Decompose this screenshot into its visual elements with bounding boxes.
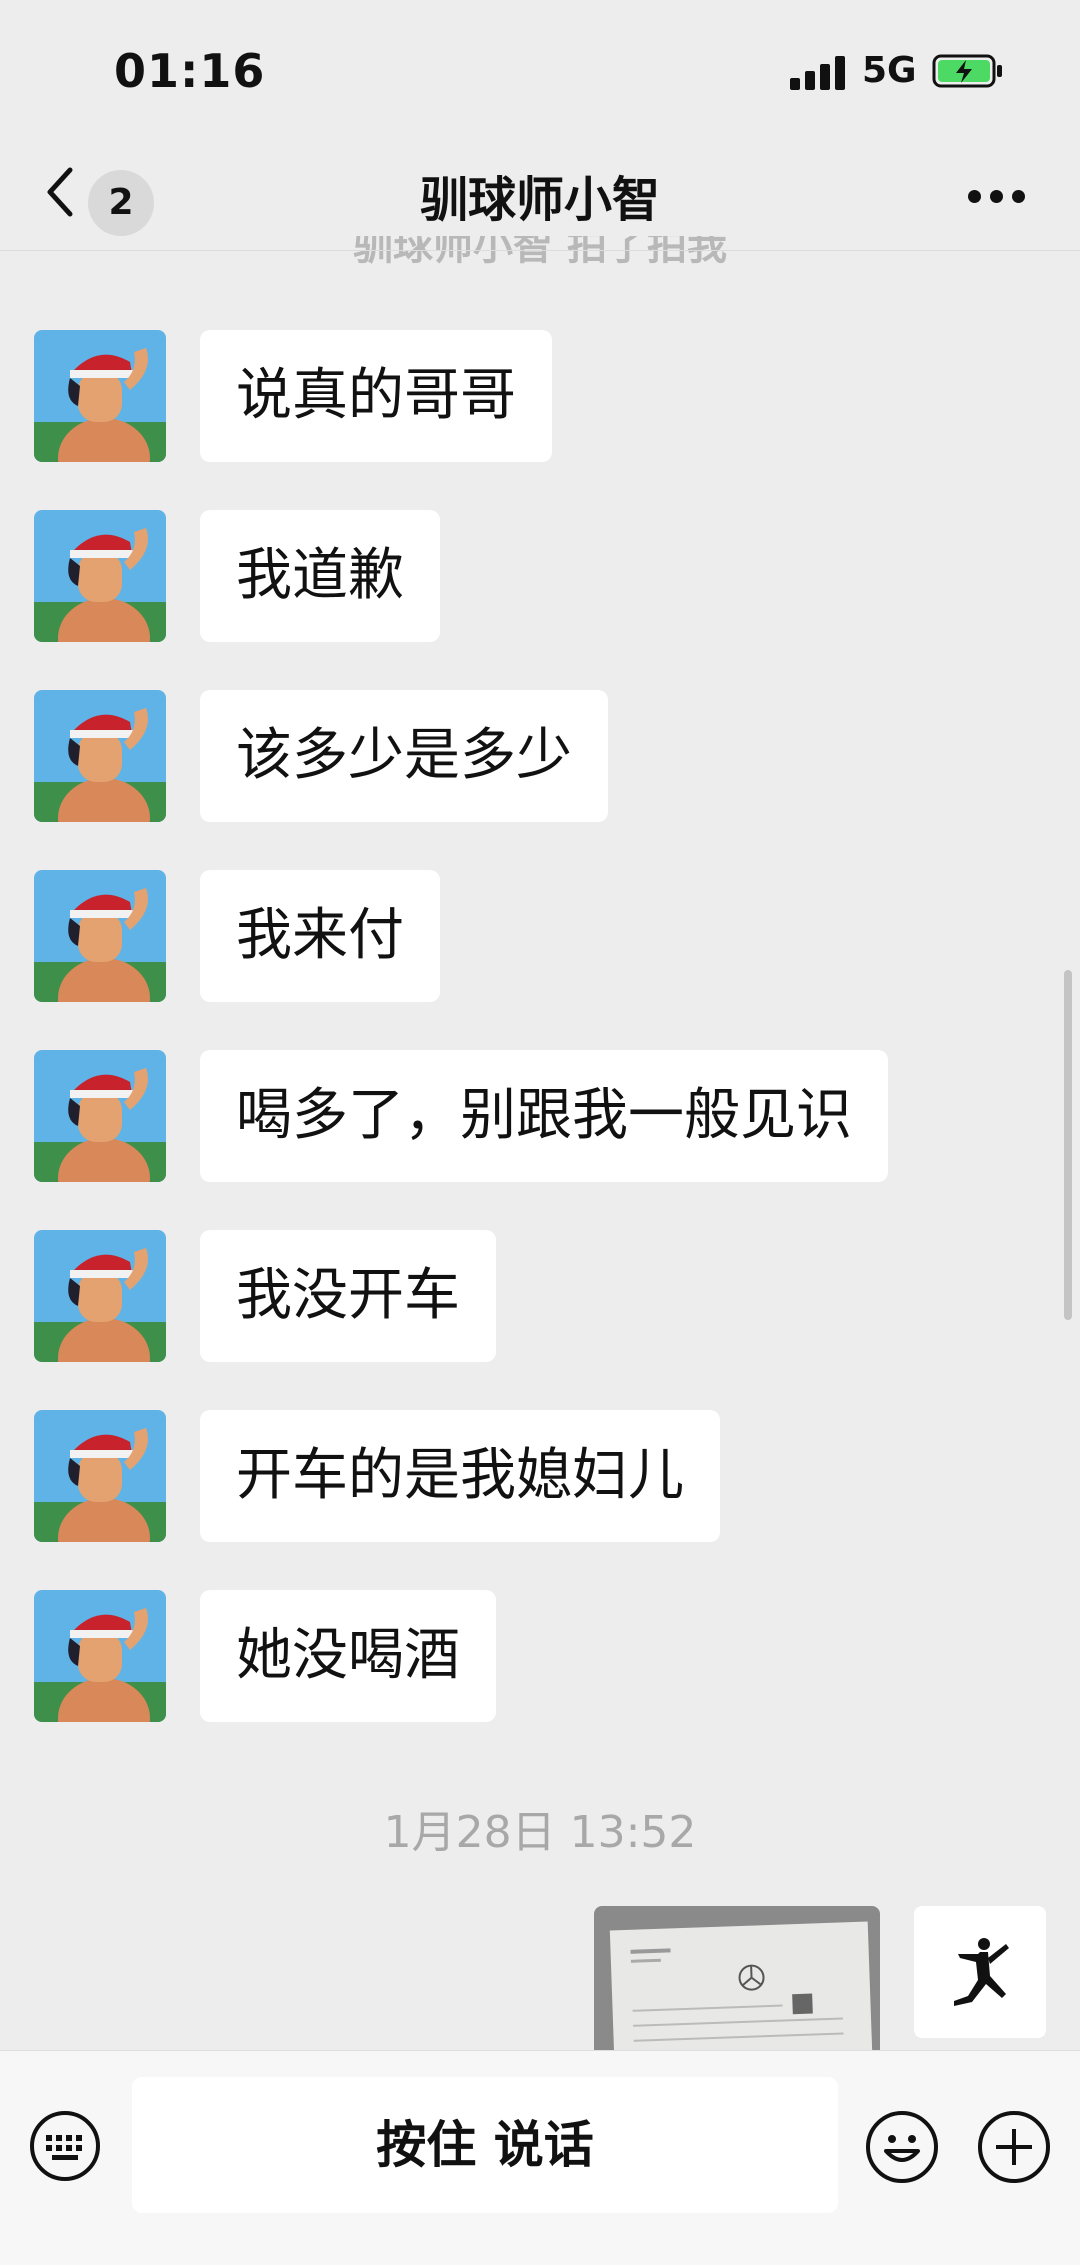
jumpman-logo-icon: [954, 1938, 1009, 2006]
message-bubble[interactable]: 我没开车: [200, 1230, 496, 1362]
hold-to-talk-button[interactable]: 按住 说话: [132, 2077, 838, 2213]
signal-icon: [790, 56, 846, 90]
message-bubble[interactable]: 该多少是多少: [200, 690, 608, 822]
message-row: 开车的是我媳妇儿: [0, 1410, 1080, 1590]
message-list: 说真的哥哥 我道歉 该多少是多少 我来付 喝多了，别跟我一般见识 我没开车 开车…: [0, 330, 1080, 1770]
scrollbar[interactable]: [1064, 970, 1072, 1320]
message-row: 喝多了，别跟我一般见识: [0, 1050, 1080, 1230]
battery-charging-icon: [932, 54, 1002, 88]
plus-icon[interactable]: [978, 2111, 1050, 2183]
sent-photo[interactable]: [594, 1906, 880, 2050]
message-row: 说真的哥哥: [0, 330, 1080, 510]
chat-title: 驯球师小智: [419, 172, 660, 228]
status-bar: 01:16 5G: [0, 0, 1080, 140]
message-timestamp: 1月28日 13:52: [383, 1807, 697, 1858]
message-bubble[interactable]: 我道歉: [200, 510, 440, 642]
message-bubble[interactable]: 她没喝酒: [200, 1590, 496, 1722]
emoji-icon[interactable]: [866, 2111, 938, 2183]
contact-avatar[interactable]: [34, 690, 166, 822]
message-row: 我没开车: [0, 1230, 1080, 1410]
contact-avatar[interactable]: [34, 1050, 166, 1182]
contact-avatar[interactable]: [34, 870, 166, 1002]
contact-avatar[interactable]: [34, 330, 166, 462]
input-bar: 按住 说话: [0, 2050, 1080, 2265]
message-row: 她没喝酒: [0, 1590, 1080, 1770]
contact-avatar[interactable]: [34, 1410, 166, 1542]
contact-avatar[interactable]: [34, 1590, 166, 1722]
chat-header: 2 驯球师小智: [0, 140, 1080, 250]
system-notice-partial: 驯球师小智 拍了拍我: [353, 236, 727, 269]
message-row: 我来付: [0, 870, 1080, 1050]
status-time: 01:16: [114, 44, 266, 98]
contact-avatar[interactable]: [34, 1230, 166, 1362]
more-icon[interactable]: [968, 190, 1028, 204]
message-bubble[interactable]: 我来付: [200, 870, 440, 1002]
keyboard-icon[interactable]: [30, 2111, 100, 2181]
message-bubble[interactable]: 说真的哥哥: [200, 330, 552, 462]
network-type: 5G: [862, 50, 917, 91]
contact-avatar[interactable]: [34, 510, 166, 642]
message-bubble[interactable]: 开车的是我媳妇儿: [200, 1410, 720, 1542]
message-row: 该多少是多少: [0, 690, 1080, 870]
message-bubble[interactable]: 喝多了，别跟我一般见识: [200, 1050, 888, 1182]
my-avatar[interactable]: [914, 1906, 1046, 2038]
message-row: 我道歉: [0, 510, 1080, 690]
header-divider: [0, 250, 1080, 251]
document-photo: [609, 1921, 873, 2050]
